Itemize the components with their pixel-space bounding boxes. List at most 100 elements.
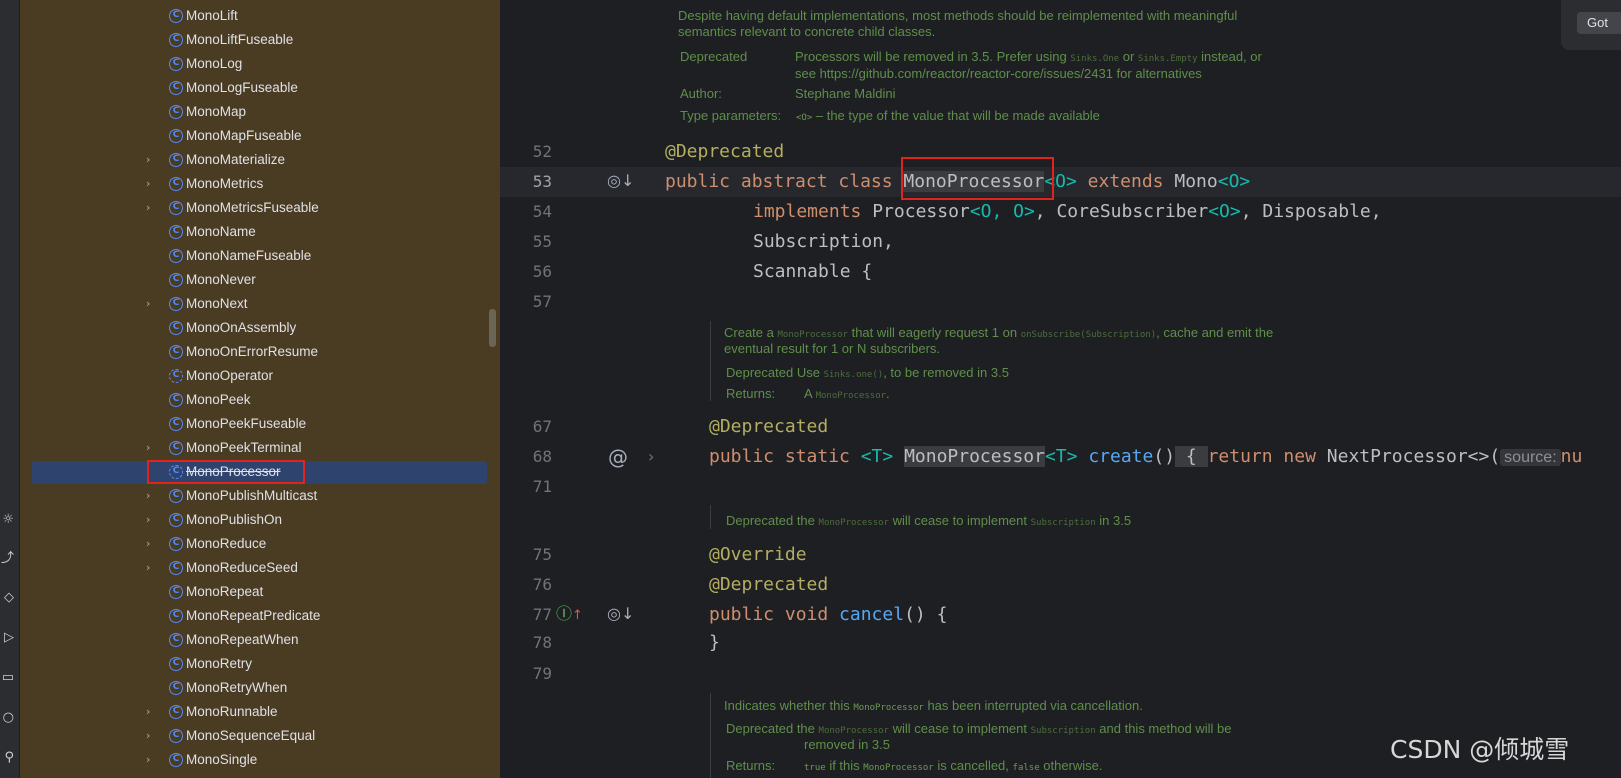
tree-item[interactable]: › C MonoReduce bbox=[20, 532, 500, 556]
line-number: 67 bbox=[532, 417, 552, 436]
code-editor[interactable]: Despite having default implementations, … bbox=[500, 0, 1621, 778]
tree-item[interactable]: C MonoProcessor bbox=[20, 460, 500, 484]
expand-arrow-icon[interactable]: › bbox=[146, 537, 156, 551]
doc-author-key: Author: bbox=[680, 86, 722, 101]
code-line-54[interactable]: implements Processor<O, O>, CoreSubscrib… bbox=[753, 197, 1382, 227]
code-line-56[interactable]: Scannable { bbox=[753, 257, 872, 287]
code-line-55[interactable]: Subscription, bbox=[753, 227, 894, 257]
expand-arrow-icon[interactable]: › bbox=[146, 753, 156, 767]
tree-item[interactable]: › C MonoMetrics bbox=[20, 172, 500, 196]
doc-description-line2: semantics relevant to concrete child cla… bbox=[678, 24, 936, 39]
tree-item[interactable]: › C MonoPublishOn bbox=[20, 508, 500, 532]
class-icon: C bbox=[169, 129, 183, 143]
tree-item[interactable]: C MonoMapFuseable bbox=[20, 124, 500, 148]
doc-create-line2: eventual result for 1 or N subscribers. bbox=[724, 341, 941, 356]
tree-item[interactable]: C MonoRepeatWhen bbox=[20, 628, 500, 652]
class-icon: C bbox=[169, 393, 183, 407]
tree-item[interactable]: C MonoPeekFuseable bbox=[20, 412, 500, 436]
endpoints-icon[interactable]: ⚲ bbox=[0, 750, 14, 766]
tree-item-label: MonoRetryWhen bbox=[186, 680, 288, 695]
class-icon: C bbox=[169, 585, 183, 599]
tree-item[interactable]: C MonoOnErrorResume bbox=[20, 340, 500, 364]
expand-arrow-icon[interactable]: › bbox=[146, 177, 156, 191]
line-number: 55 bbox=[532, 232, 552, 251]
class-icon: C bbox=[169, 81, 183, 95]
code-line-68[interactable]: public static <T> MonoProcessor<T> creat… bbox=[709, 442, 1582, 473]
tree-scrollbar[interactable] bbox=[489, 309, 496, 347]
run-icon[interactable]: ▷ bbox=[0, 630, 14, 646]
git-icon[interactable]: ⤴ bbox=[0, 551, 14, 567]
class-icon: C bbox=[169, 249, 183, 263]
got-it-button[interactable]: Got bbox=[1577, 12, 1621, 34]
tree-item-label: MonoLiftFuseable bbox=[186, 32, 294, 47]
problems-icon[interactable]: ○ bbox=[0, 710, 14, 726]
tree-item-label: MonoNext bbox=[186, 296, 248, 311]
tree-item-label: MonoLift bbox=[186, 8, 238, 23]
tree-item[interactable]: C MonoPeek bbox=[20, 388, 500, 412]
project-tree[interactable]: C MonoLift C MonoLiftFuseable C MonoLog C MonoL… bbox=[20, 0, 500, 778]
tree-item[interactable]: C MonoOperator bbox=[20, 364, 500, 388]
class-icon: C bbox=[169, 417, 183, 431]
tree-item[interactable]: C MonoOnAssembly bbox=[20, 316, 500, 340]
class-icon: C bbox=[169, 297, 183, 311]
doc-bar bbox=[710, 505, 711, 529]
tree-item[interactable]: C MonoRetryWhen bbox=[20, 676, 500, 700]
tree-item[interactable]: › C MonoNext bbox=[20, 292, 500, 316]
code-line-78[interactable]: } bbox=[709, 628, 720, 658]
code-line-75[interactable]: @Override bbox=[709, 540, 807, 570]
class-icon: C bbox=[169, 153, 183, 167]
class-icon: C bbox=[169, 657, 183, 671]
code-line-67[interactable]: @Deprecated bbox=[709, 412, 828, 442]
code-line-77[interactable]: public void cancel() { bbox=[709, 600, 947, 630]
tree-item[interactable]: C MonoNever bbox=[20, 268, 500, 292]
code-line-76[interactable]: @Deprecated bbox=[709, 570, 828, 600]
tree-item[interactable]: › C MonoSequenceEqual bbox=[20, 724, 500, 748]
tree-item[interactable]: › C MonoReduceSeed bbox=[20, 556, 500, 580]
code-line-52[interactable]: @Deprecated bbox=[665, 137, 784, 167]
tree-item[interactable]: › C MonoPublishMulticast bbox=[20, 484, 500, 508]
tree-item[interactable]: › C MonoSingle bbox=[20, 748, 500, 772]
expand-arrow-icon[interactable]: › bbox=[146, 729, 156, 743]
terminal-icon[interactable]: ▭ bbox=[0, 670, 14, 686]
tree-item[interactable]: › C MonoMetricsFuseable bbox=[20, 196, 500, 220]
tree-item[interactable]: C MonoRepeat bbox=[20, 580, 500, 604]
tree-item-label: MonoOnAssembly bbox=[186, 320, 297, 335]
expand-arrow-icon[interactable]: › bbox=[146, 705, 156, 719]
tree-item[interactable]: C MonoLogFuseable bbox=[20, 76, 500, 100]
tree-item[interactable]: C MonoLiftFuseable bbox=[20, 28, 500, 52]
tree-item-label: MonoRepeatWhen bbox=[186, 632, 299, 647]
bug-icon[interactable]: ☼ bbox=[0, 512, 14, 528]
expand-arrow-icon[interactable]: › bbox=[146, 489, 156, 503]
tree-item[interactable]: C MonoNameFuseable bbox=[20, 244, 500, 268]
doc-disposed-deprecated: Deprecated the MonoProcessor will cease … bbox=[726, 721, 1232, 736]
tree-item-label: MonoMetrics bbox=[186, 176, 264, 191]
line-number: 79 bbox=[532, 664, 552, 683]
expand-arrow-icon[interactable]: › bbox=[146, 297, 156, 311]
tree-item[interactable]: › C MonoMaterialize bbox=[20, 148, 500, 172]
expand-arrow-icon[interactable]: › bbox=[146, 441, 156, 455]
tree-item[interactable]: C MonoName bbox=[20, 220, 500, 244]
tree-item[interactable]: C MonoLift bbox=[20, 4, 500, 28]
implements-interface-icon[interactable]: Ⓘ↑ bbox=[556, 604, 583, 626]
doc-deprecated-link[interactable]: see https://github.com/reactor/reactor-c… bbox=[795, 66, 1202, 82]
expand-arrow-icon[interactable]: › bbox=[146, 153, 156, 167]
services-icon[interactable]: ◇ bbox=[0, 590, 14, 606]
tree-item-label: MonoNameFuseable bbox=[186, 248, 312, 263]
tree-item[interactable]: C MonoRetry bbox=[20, 652, 500, 676]
doc-create-returns: A MonoProcessor. bbox=[804, 386, 890, 401]
overridden-by-icon[interactable]: ◎↓ bbox=[607, 604, 634, 624]
tree-item[interactable]: C MonoRepeatPredicate bbox=[20, 604, 500, 628]
expand-arrow-icon[interactable]: › bbox=[146, 201, 156, 215]
expand-arrow-icon[interactable]: › bbox=[146, 561, 156, 575]
tree-item[interactable]: › C MonoPeekTerminal bbox=[20, 436, 500, 460]
fold-chevron-icon[interactable]: › bbox=[648, 447, 654, 467]
tree-item[interactable]: › C MonoRunnable bbox=[20, 700, 500, 724]
class-icon: C bbox=[169, 633, 183, 647]
at-icon[interactable]: @ bbox=[608, 447, 628, 467]
highlight-box-tree-item bbox=[147, 460, 305, 484]
expand-arrow-icon[interactable]: › bbox=[146, 513, 156, 527]
tree-item[interactable]: C MonoLog bbox=[20, 52, 500, 76]
implemented-by-icon[interactable]: ◎↓ bbox=[607, 171, 634, 191]
doc-create-returns-key: Returns: bbox=[726, 386, 776, 401]
tree-item[interactable]: C MonoMap bbox=[20, 100, 500, 124]
